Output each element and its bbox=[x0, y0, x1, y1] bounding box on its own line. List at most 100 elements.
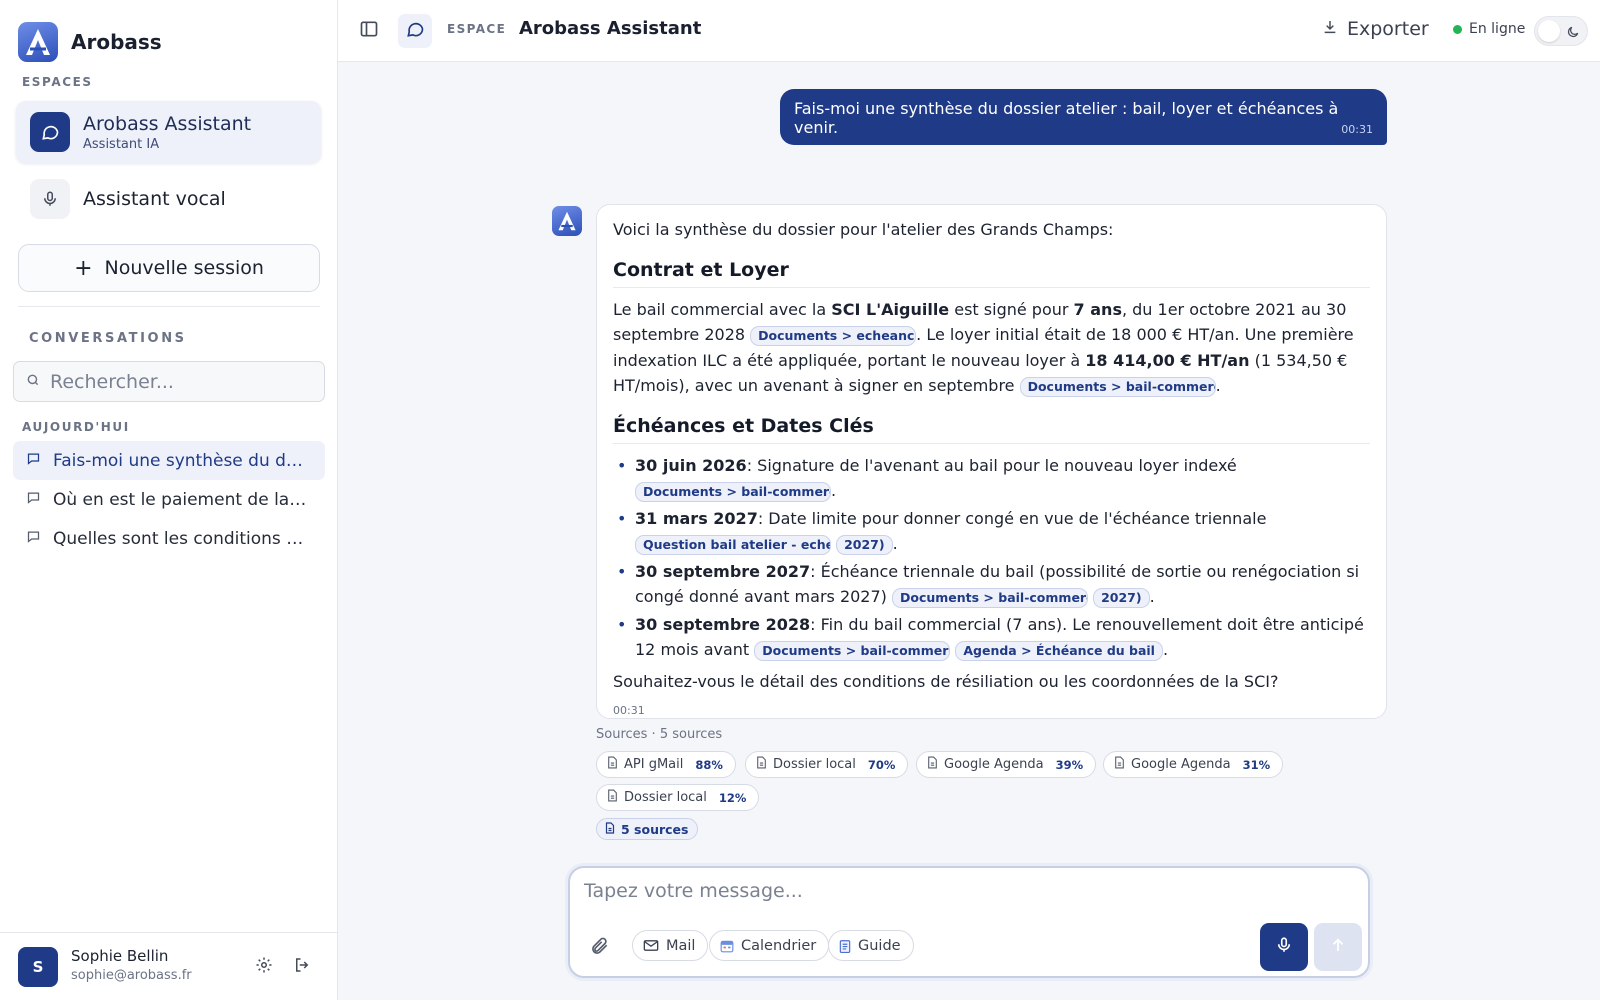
message-paragraph: Le bail commercial avec la SCI L'Aiguill… bbox=[613, 297, 1370, 399]
download-icon bbox=[1322, 18, 1338, 40]
bold-text: 7 ans bbox=[1073, 299, 1122, 319]
source-score: 12% bbox=[718, 790, 747, 805]
message-outro: Souhaitez-vous le détail des conditions … bbox=[613, 671, 1279, 691]
status-badge: En ligne bbox=[1453, 21, 1525, 37]
arobass-logo-icon bbox=[18, 22, 58, 62]
text: est signé pour bbox=[949, 299, 1074, 319]
source-chip[interactable]: Dossier local 70% bbox=[745, 751, 909, 778]
calendar-tool-button[interactable]: Calendrier bbox=[709, 930, 830, 961]
sidebar-panel-icon bbox=[359, 19, 379, 43]
attach-button[interactable] bbox=[590, 936, 610, 960]
citation-chip[interactable]: 2027) bbox=[836, 534, 893, 555]
bold-text: 30 septembre 2027 bbox=[635, 561, 811, 581]
source-name: Google Agenda bbox=[1131, 757, 1231, 772]
avatar[interactable]: S bbox=[18, 947, 58, 987]
arrow-up-icon bbox=[1329, 935, 1347, 959]
source-score: 88% bbox=[695, 757, 723, 772]
citation-chip[interactable]: Agenda > Échéance du bail bbox=[955, 640, 1163, 661]
bold-text: 18 414,00 € HT/an bbox=[1085, 350, 1250, 370]
bold-text: 30 juin 2026 bbox=[635, 455, 747, 475]
citation-chip[interactable]: Documents > echeancier-2027 bbox=[750, 325, 917, 346]
paperclip-icon bbox=[590, 937, 610, 960]
section-heading: Contrat et Loyer bbox=[613, 257, 1370, 288]
source-name: API gMail bbox=[624, 757, 684, 772]
sidebar: Arobass ESPACES Arobass Assistant Assist… bbox=[0, 0, 338, 1000]
chat-bubble-icon bbox=[26, 529, 41, 549]
tool-label: Guide bbox=[858, 937, 901, 954]
conversation-title: Fais-moi une synthèse du dossier atelier… bbox=[53, 450, 309, 471]
source-name: Google Agenda bbox=[944, 757, 1044, 772]
list-item: 31 mars 2027: Date limite pour donner co… bbox=[613, 506, 1370, 557]
search-box bbox=[13, 361, 325, 402]
list-item: 30 juin 2026: Signature de l'avenant au … bbox=[613, 453, 1370, 504]
citation-chip[interactable]: Question bail atelier - echeance bbox=[635, 534, 831, 555]
source-score: 70% bbox=[867, 757, 896, 772]
guide-tool-button[interactable]: Guide bbox=[828, 930, 914, 961]
text: : Signature de l'avenant au bail pour le… bbox=[746, 455, 1237, 475]
text: . bbox=[1215, 376, 1221, 395]
space-label: ESPACE bbox=[447, 22, 507, 36]
send-button[interactable] bbox=[1314, 923, 1362, 971]
conversations-label: CONVERSATIONS bbox=[29, 331, 187, 346]
all-sources-button[interactable]: 5 sources bbox=[596, 818, 699, 840]
logout-button[interactable] bbox=[290, 955, 314, 979]
conversation-item[interactable]: Fais-moi une synthèse du dossier atelier… bbox=[13, 441, 325, 480]
document-icon bbox=[607, 789, 618, 806]
source-score: 39% bbox=[1055, 757, 1084, 772]
online-dot-icon bbox=[1453, 24, 1462, 34]
mail-tool-button[interactable]: Mail bbox=[632, 930, 709, 961]
sources-label: Sources · 5 sources bbox=[596, 727, 723, 742]
user-email: sophie@arobass.fr bbox=[71, 968, 192, 983]
logout-icon bbox=[293, 956, 311, 978]
page-title: Arobass Assistant bbox=[519, 18, 702, 39]
export-label: Exporter bbox=[1347, 18, 1429, 40]
conversation-title: Quelles sont les conditions du bail ? bbox=[53, 528, 309, 549]
source-name: Dossier local bbox=[624, 790, 707, 805]
deadline-list: 30 juin 2026: Signature de l'avenant au … bbox=[613, 453, 1370, 663]
bold-text: 31 mars 2027 bbox=[635, 508, 758, 528]
document-icon bbox=[927, 756, 938, 773]
search-input[interactable] bbox=[50, 370, 310, 393]
list-item: 30 septembre 2028: Fin du bail commercia… bbox=[613, 612, 1370, 663]
source-chip[interactable]: Dossier local 12% bbox=[596, 784, 760, 811]
citation-chip[interactable]: Documents > bail-commercial bbox=[891, 587, 1088, 608]
new-session-button[interactable]: + Nouvelle session bbox=[18, 244, 320, 292]
space-subtitle: Assistant IA bbox=[83, 136, 160, 152]
mail-icon bbox=[643, 939, 659, 952]
message-input[interactable] bbox=[584, 880, 1344, 910]
voice-input-button[interactable] bbox=[1260, 923, 1308, 971]
brand[interactable]: Arobass bbox=[18, 22, 162, 62]
conversation-item[interactable]: Quelles sont les conditions du bail ? bbox=[13, 519, 325, 558]
moon-icon bbox=[1566, 24, 1580, 43]
sidebar-divider bbox=[18, 306, 320, 307]
source-chip[interactable]: Google Agenda 31% bbox=[1103, 751, 1284, 778]
new-session-label: Nouvelle session bbox=[104, 257, 264, 279]
citation-chip[interactable]: Documents > bail-commercial bbox=[754, 640, 951, 661]
theme-toggle[interactable] bbox=[1534, 16, 1588, 46]
document-icon bbox=[756, 756, 767, 773]
source-chip[interactable]: Google Agenda 39% bbox=[916, 751, 1097, 778]
settings-button[interactable] bbox=[252, 955, 276, 979]
citation-chip[interactable]: Documents > bail-commercial bbox=[1019, 376, 1216, 397]
list-item: 30 septembre 2027: Échéance triennale du… bbox=[613, 559, 1370, 610]
assistant-avatar bbox=[552, 206, 582, 236]
message-time: 00:31 bbox=[613, 704, 645, 717]
assistant-message: Voici la synthèse du dossier pour l'atel… bbox=[596, 204, 1387, 719]
space-assistant-vocal[interactable]: Assistant vocal bbox=[16, 168, 321, 230]
conversation-item[interactable]: Où en est le paiement de la facture ? bbox=[13, 480, 325, 519]
citation-chip[interactable]: Documents > bail-commercial bbox=[635, 481, 831, 502]
document-icon bbox=[607, 756, 618, 773]
message-composer: Mail Calendrier Guide bbox=[568, 866, 1370, 978]
citation-chip[interactable]: 2027) bbox=[1093, 587, 1150, 608]
spaces-label: ESPACES bbox=[22, 75, 93, 89]
space-arobass-assistant[interactable]: Arobass Assistant Assistant IA bbox=[16, 101, 321, 163]
source-chip[interactable]: API gMail 88% bbox=[596, 751, 736, 778]
top-header: ESPACE Arobass Assistant Exporter En lig… bbox=[338, 0, 1600, 62]
message-time: 00:31 bbox=[1341, 123, 1373, 136]
user-message-text: Fais-moi une synthèse du dossier atelier… bbox=[794, 99, 1339, 137]
chat-view-button[interactable] bbox=[398, 14, 432, 48]
toggle-sidebar-button[interactable] bbox=[352, 14, 386, 48]
export-button[interactable]: Exporter bbox=[1322, 18, 1429, 40]
source-name: Dossier local bbox=[773, 757, 856, 772]
section-heading: Échéances et Dates Clés bbox=[613, 413, 1370, 444]
